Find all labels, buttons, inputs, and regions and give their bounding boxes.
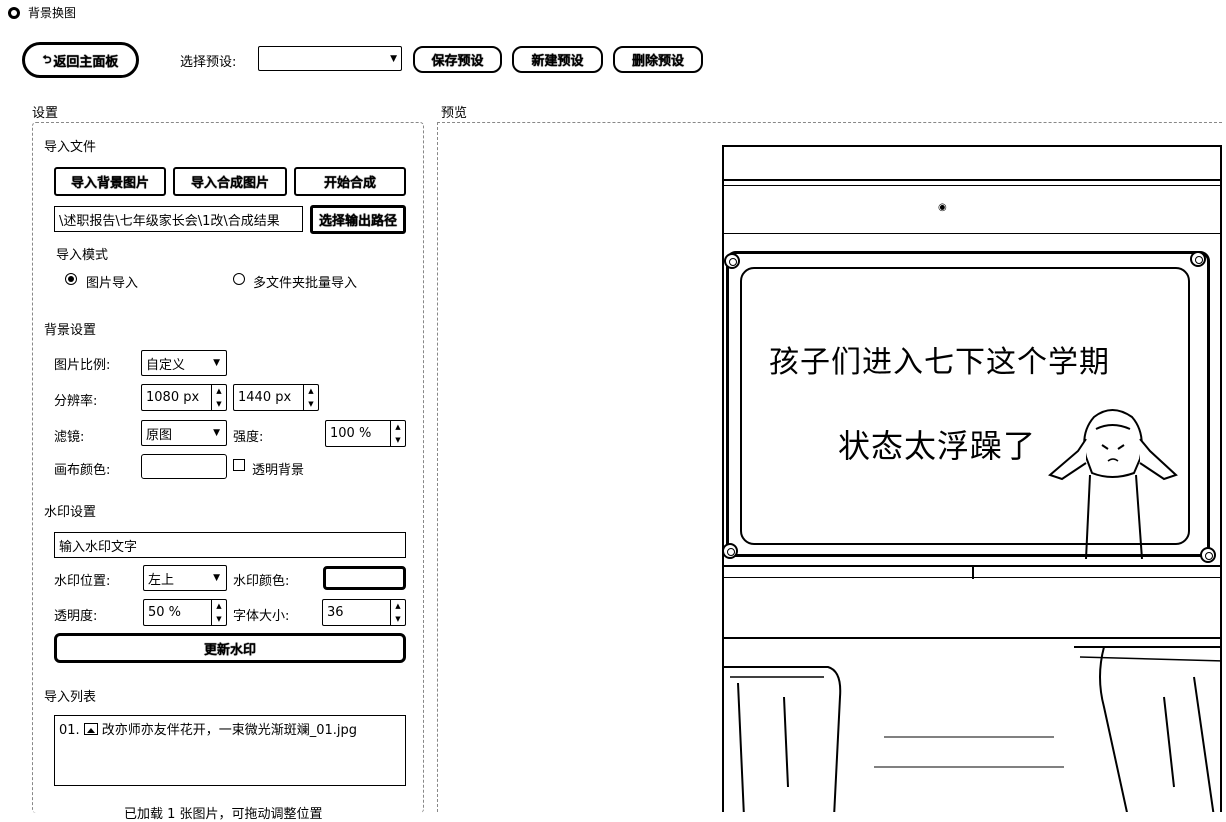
back-to-main-button[interactable]: ⮌ 返回主面板 <box>22 42 139 78</box>
import-list[interactable]: 01. 改亦师亦友伴花开，一束微光渐斑斓_01.jpg <box>54 715 406 786</box>
strength-value: 100 % <box>330 426 372 441</box>
board-text-line2: 状态太浮躁了 <box>838 427 1037 465</box>
opacity-spinbox[interactable]: 50 % ▲ ▼ <box>143 599 227 626</box>
start-composite-button[interactable]: 开始合成 <box>294 167 406 196</box>
resolution-label: 分辨率: <box>54 394 98 409</box>
resize-handle-bottom-right[interactable] <box>1200 547 1216 563</box>
preset-label: 选择预设: <box>180 55 237 70</box>
window-title: 背景换图 <box>28 6 77 20</box>
filter-label: 滤镜: <box>54 430 85 445</box>
select-output-path-button[interactable]: 选择输出路径 <box>310 205 406 234</box>
app-icon <box>8 7 20 19</box>
width-spin-buttons[interactable]: ▲ ▼ <box>211 385 226 410</box>
radio-batch-import[interactable] <box>233 273 245 285</box>
height-value: 1440 px <box>238 390 292 405</box>
image-icon <box>83 723 98 735</box>
watermark-text-input[interactable]: 输入水印文字 <box>54 532 406 558</box>
opacity-label: 透明度: <box>54 609 98 624</box>
ceiling-speaker-icon: ◉ <box>938 202 947 213</box>
import-list-header: 导入列表 <box>44 690 97 705</box>
strength-label: 强度: <box>233 430 264 445</box>
import-background-button[interactable]: 导入背景图片 <box>54 167 166 196</box>
spin-up-icon[interactable]: ▲ <box>391 600 405 613</box>
radio-image-import-label: 图片导入 <box>86 276 139 291</box>
back-label: 返回主面板 <box>53 54 119 70</box>
opacity-spin-buttons[interactable]: ▲ ▼ <box>211 600 226 625</box>
canvas-color-label: 画布颜色: <box>54 463 111 478</box>
watermark-settings-header: 水印设置 <box>44 505 97 520</box>
ceiling-line <box>724 179 1220 181</box>
import-mode-header: 导入模式 <box>56 248 109 263</box>
radio-batch-import-label: 多文件夹批量导入 <box>253 276 358 291</box>
chevron-down-icon: ▼ <box>213 358 220 368</box>
settings-header: 设置 <box>32 106 59 121</box>
list-item-index: 01. <box>59 723 80 738</box>
import-status: 已加载 1 张图片，可拖动调整位置 <box>124 807 323 822</box>
spin-up-icon[interactable]: ▲ <box>212 385 226 398</box>
watermark-position-value: 左上 <box>148 572 175 588</box>
watermark-position-select[interactable]: 左上 ▼ <box>143 565 227 591</box>
filter-value: 原图 <box>146 427 173 443</box>
watermark-color-label: 水印颜色: <box>233 574 290 589</box>
resize-handle-bottom-left[interactable] <box>724 543 738 559</box>
resize-handle-top-right[interactable] <box>1190 251 1206 267</box>
save-preset-button[interactable]: 保存预设 <box>413 46 502 73</box>
output-path-field[interactable]: \述职报告\七年级家长会\1改\合成结果 <box>54 206 303 232</box>
preset-select[interactable]: ▼ <box>258 46 402 71</box>
girl-illustration <box>1048 409 1178 559</box>
spin-down-icon[interactable]: ▼ <box>212 613 226 626</box>
new-preset-button[interactable]: 新建预设 <box>512 46 603 73</box>
ratio-select[interactable]: 自定义 ▼ <box>141 350 227 376</box>
font-size-label: 字体大小: <box>233 609 290 624</box>
watermark-text-placeholder: 输入水印文字 <box>59 539 138 555</box>
height-spinbox[interactable]: 1440 px ▲ ▼ <box>233 384 319 411</box>
chevron-down-icon: ▼ <box>213 428 220 438</box>
transparent-label: 透明背景 <box>252 463 305 478</box>
font-size-spinbox[interactable]: 36 ▲ ▼ <box>322 599 406 626</box>
spin-down-icon[interactable]: ▼ <box>304 398 318 411</box>
filter-select[interactable]: 原图 ▼ <box>141 420 227 446</box>
spin-up-icon[interactable]: ▲ <box>212 600 226 613</box>
radio-image-import[interactable] <box>65 273 77 285</box>
preview-canvas[interactable]: ◉ 孩子们进入七下这个学期 状态太浮躁了 <box>722 145 1222 812</box>
board-text-line1: 孩子们进入七下这个学期 <box>769 345 1110 380</box>
list-item-name: 改亦师亦友伴花开，一束微光渐斑斓_01.jpg <box>101 723 357 738</box>
height-spin-buttons[interactable]: ▲ ▼ <box>303 385 318 410</box>
canvas-color-swatch[interactable] <box>141 454 227 479</box>
ceiling-line-2 <box>724 185 1220 186</box>
ratio-label: 图片比例: <box>54 358 111 373</box>
spin-down-icon[interactable]: ▼ <box>391 434 405 447</box>
ratio-value: 自定义 <box>146 357 186 373</box>
chevron-down-icon: ▼ <box>213 573 220 583</box>
chevron-down-icon: ▼ <box>390 54 397 64</box>
delete-preset-button[interactable]: 删除预设 <box>613 46 703 73</box>
import-files-header: 导入文件 <box>44 140 97 155</box>
transparent-checkbox[interactable] <box>233 459 245 471</box>
resize-handle-top-left[interactable] <box>724 253 740 269</box>
wall-line <box>724 233 1220 234</box>
font-size-value: 36 <box>327 605 344 620</box>
spin-up-icon[interactable]: ▲ <box>304 385 318 398</box>
opacity-value: 50 % <box>148 605 182 620</box>
strength-spinbox[interactable]: 100 % ▲ ▼ <box>325 420 406 447</box>
spin-down-icon[interactable]: ▼ <box>212 398 226 411</box>
import-composite-button[interactable]: 导入合成图片 <box>173 167 287 196</box>
wall-divider <box>972 565 974 579</box>
preview-header: 预览 <box>441 106 468 121</box>
classroom-desks <box>724 646 1220 812</box>
strength-spin-buttons[interactable]: ▲ ▼ <box>390 421 405 446</box>
watermark-position-label: 水印位置: <box>54 574 111 589</box>
font-size-spin-buttons[interactable]: ▲ ▼ <box>390 600 405 625</box>
background-settings-header: 背景设置 <box>44 323 97 338</box>
width-value: 1080 px <box>146 390 200 405</box>
width-spinbox[interactable]: 1080 px ▲ ▼ <box>141 384 227 411</box>
spin-up-icon[interactable]: ▲ <box>391 421 405 434</box>
spin-down-icon[interactable]: ▼ <box>391 613 405 626</box>
list-item[interactable]: 01. 改亦师亦友伴花开，一束微光渐斑斓_01.jpg <box>59 719 357 738</box>
watermark-color-swatch[interactable] <box>323 566 406 590</box>
title-bar: 背景换图 <box>0 0 1226 26</box>
update-watermark-button[interactable]: 更新水印 <box>54 633 406 663</box>
back-icon: ⮌ <box>42 52 52 66</box>
